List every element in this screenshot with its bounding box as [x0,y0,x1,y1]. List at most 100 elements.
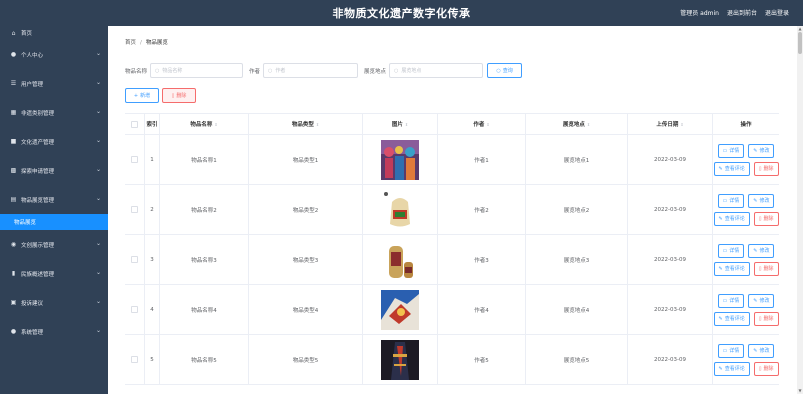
sidebar-item[interactable]: ▮ 民族概述管理 ⌄ [0,259,108,288]
back-to-front-link[interactable]: 退出到前台 [727,8,757,17]
trash-icon: ▯ [758,165,762,172]
row-image[interactable] [363,335,438,384]
table-body: 1 物品名称1 物品类型1 作者1 展览地点1 2022-03-09 ▭ 详情 ✎ 修改 ✎ 查看评论… [125,135,779,385]
place-search-input[interactable]: ○ 展览地点 [389,63,484,78]
row-ops: ▭ 详情 ✎ 修改 ✎ 查看评论 ▯ 删除 [713,235,779,284]
row-image[interactable] [363,135,438,184]
delete-button[interactable]: ▯ 删除 [753,311,779,326]
edit-label: 修改 [759,248,770,254]
comments-label: 查看评论 [724,266,745,272]
row-author: 作者3 [438,235,526,284]
edit-icon: ✎ [718,265,723,272]
row-name: 物品名称1 [160,135,249,184]
name-search-input[interactable]: ○ 物品名称 [150,63,244,78]
sort-icon[interactable]: ⇕ [316,122,319,127]
trash-icon: ▯ [171,92,175,99]
row-name: 物品名称5 [160,335,249,384]
logout-link[interactable]: 退出登录 [765,8,789,17]
header-image[interactable]: 图片 ⇕ [363,114,438,134]
search-button[interactable]: ○ 查询 [487,63,523,78]
breadcrumb: 首页 / 物品展览 [125,38,168,46]
edit-button[interactable]: ✎ 修改 [748,143,775,158]
header-author[interactable]: 作者 ⇕ [438,114,526,134]
detail-label: 详情 [729,148,740,154]
edit-label: 修改 [759,198,770,204]
edit-button[interactable]: ✎ 修改 [748,343,775,358]
row-checkbox[interactable] [131,206,138,213]
header-place[interactable]: 展览地点 ⇕ [526,114,628,134]
table-row: 3 物品名称3 物品类型3 作者3 展览地点3 2022-03-09 ▭ 详情 ✎ 修改 ✎ 查看评论… [125,235,779,285]
sort-icon[interactable]: ⇕ [405,122,408,127]
row-checkbox[interactable] [131,306,138,313]
breadcrumb-home[interactable]: 首页 [125,40,136,46]
scrollbar-thumb[interactable] [798,32,802,54]
chevron-down-icon: ⌄ [95,50,101,57]
delete-button[interactable]: ▯ 删除 [753,211,779,226]
detail-label: 详情 [729,298,740,304]
row-image[interactable] [363,285,438,334]
row-image[interactable] [363,185,438,234]
detail-button[interactable]: ▭ 详情 [717,193,745,208]
sidebar-item[interactable]: ● 系统管理 ⌄ [0,317,108,346]
sidebar-item[interactable]: ⌂ 首页 [0,26,108,40]
trash-icon: ▯ [758,265,762,272]
sort-icon[interactable]: ⇕ [680,122,683,127]
admin-user-label: 管理员 admin [680,10,719,17]
sidebar-item[interactable]: ▤ 物品展览管理 ⌄ [0,185,108,214]
edit-button[interactable]: ✎ 修改 [748,293,775,308]
sidebar-item-label: 探索申请管理 [21,168,55,175]
sidebar-item[interactable]: ☰ 用户管理 ⌄ [0,69,108,98]
batch-delete-button[interactable]: ▯ 删除 [162,88,196,103]
header-right: 管理员 admin 退出到前台 退出登录 [680,8,789,17]
row-place: 展览地点5 [526,335,628,384]
select-all-cell [125,114,145,134]
add-button[interactable]: + 新增 [125,88,159,103]
row-ops: ▭ 详情 ✎ 修改 ✎ 查看评论 ▯ 删除 [713,285,779,334]
delete-button[interactable]: ▯ 删除 [753,261,779,276]
view-comments-button[interactable]: ✎ 查看评论 [713,161,750,176]
edit-button[interactable]: ✎ 修改 [748,243,775,258]
detail-button[interactable]: ▭ 详情 [717,343,745,358]
author-filter-label: 作者 [249,68,261,75]
sidebar-subitem-exhibition[interactable]: 物品展览 [0,214,108,230]
detail-button[interactable]: ▭ 详情 [717,243,745,258]
detail-button[interactable]: ▭ 详情 [717,293,745,308]
sort-icon[interactable]: ⇕ [214,122,217,127]
sort-icon[interactable]: ⇕ [587,122,590,127]
filter-bar: 物品名称 ○ 物品名称 作者 ○ 作者 展览地点 ○ 展览地点 ○ 查询 [125,63,523,78]
comments-label: 查看评论 [724,166,745,172]
author-placeholder: 作者 [275,68,286,74]
page-scrollbar[interactable]: ▲ ▼ [797,26,803,394]
row-image[interactable] [363,235,438,284]
header-type[interactable]: 物品类型 ⇕ [249,114,363,134]
row-checkbox[interactable] [131,256,138,263]
header-type-label: 物品类型 [291,122,314,128]
edit-icon: ✎ [718,315,723,322]
edit-button[interactable]: ✎ 修改 [748,193,775,208]
sort-icon[interactable]: ⇕ [486,122,489,127]
delete-button[interactable]: ▯ 删除 [753,161,779,176]
row-type: 物品类型3 [249,235,363,284]
view-comments-button[interactable]: ✎ 查看评论 [713,311,750,326]
view-comments-button[interactable]: ✎ 查看评论 [713,261,750,276]
header-ops: 操作 [740,122,752,128]
sidebar-item[interactable]: ■ 文化遗产管理 ⌄ [0,127,108,156]
sidebar-item[interactable]: ▩ 探索申请管理 ⌄ [0,156,108,185]
sidebar-item[interactable]: ◉ 文创展示管理 ⌄ [0,230,108,259]
sidebar-item[interactable]: ▦ 非遗类别管理 ⌄ [0,98,108,127]
select-all-checkbox[interactable] [131,120,138,128]
row-checkbox[interactable] [131,156,138,163]
sidebar-item[interactable]: ● 个人中心 ⌄ [0,40,108,69]
view-comments-button[interactable]: ✎ 查看评论 [713,211,750,226]
row-checkbox[interactable] [131,356,138,363]
table-header-row: 索引 物品名称 ⇕ 物品类型 ⇕ 图片 ⇕ 作者 ⇕ 展览地点 ⇕ 上传日期 ⇕ 操作 [125,114,779,135]
delete-button[interactable]: ▯ 删除 [753,361,779,376]
top-header: 非物质文化遗产数字化传承 管理员 admin 退出到前台 退出登录 [0,0,803,26]
detail-button[interactable]: ▭ 详情 [717,143,745,158]
header-name[interactable]: 物品名称 ⇕ [160,114,249,134]
scroll-down-icon[interactable]: ▼ [797,388,803,394]
author-search-input[interactable]: ○ 作者 [263,63,359,78]
sidebar-item[interactable]: ▣ 投诉建议 ⌄ [0,288,108,317]
header-date[interactable]: 上传日期 ⇕ [628,114,713,134]
view-comments-button[interactable]: ✎ 查看评论 [713,361,750,376]
